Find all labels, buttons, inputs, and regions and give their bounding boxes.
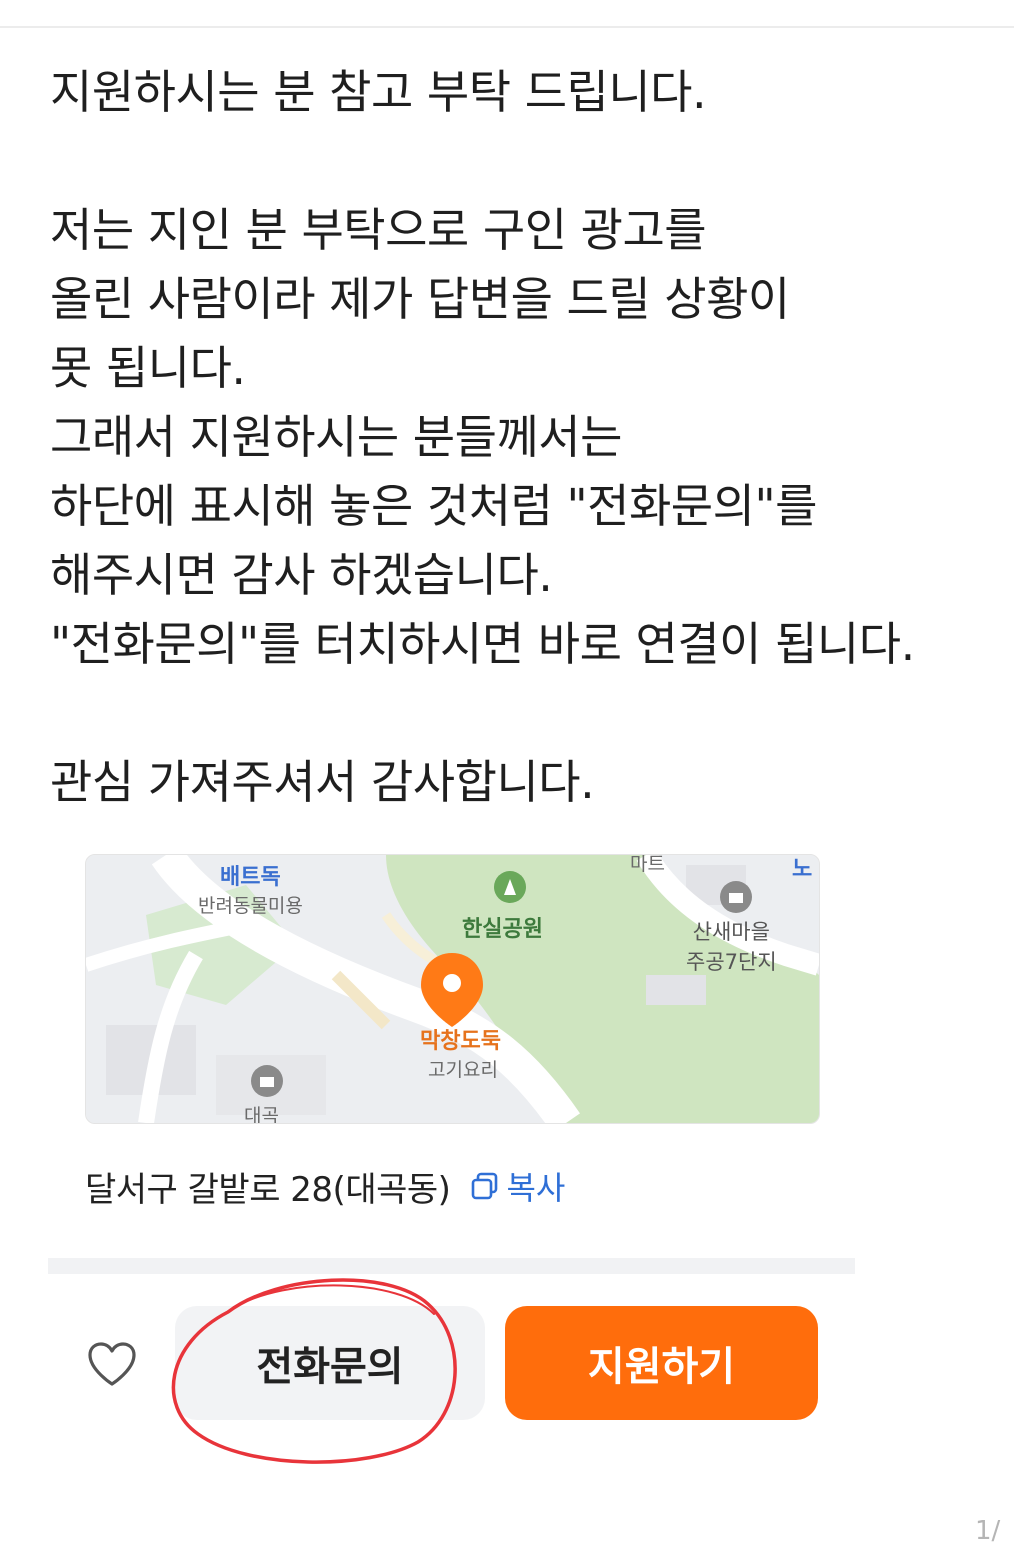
map-label-top-right: 노 [792,857,813,882]
message-line: "전화문의"를 터치하시면 바로 연결이 됩니다. [50,617,915,671]
copy-icon [472,1172,498,1200]
bottom-action-bar: 전화문의 지원하기 [48,1274,855,1474]
message-line: 하단에 표시해 놓은 것처럼 "전화문의"를 [50,479,817,533]
top-divider [0,26,1014,28]
map-label-daegok: 대곡 [244,1105,279,1124]
address-text: 달서구 갈밭로 28(대곡동) [85,1169,451,1210]
call-inquiry-button[interactable]: 전화문의 [175,1306,485,1420]
message-line-blank [50,127,1000,196]
map-label-park: 한실공원 [462,917,543,942]
message-line: 못 됩니다. [50,341,246,395]
message-line-blank [50,679,1000,748]
copy-address-button[interactable]: 복사 [470,1163,565,1209]
message-line: 그래서 지원하시는 분들께서는 [50,410,622,464]
map-label-apartment: 산새마을 주공7단지 [686,917,777,977]
address-row: 달서구 갈밭로 28(대곡동) 복사 [85,1161,565,1211]
message-line: 관심 가져주셔서 감사합니다. [50,755,595,809]
message-line: 저는 지인 분 부탁으로 구인 광고를 [50,203,707,257]
map-label-petshop: 배트독 [220,865,281,890]
copy-label: 복사 [506,1169,566,1207]
map-label-mart: 마트 [630,854,665,875]
job-location-card: 배트독 반려동물미용 한실공원 산새마을 주공7단지 막창도둑 고기요리 마트 … [48,816,855,1474]
message-body: 지원하시는 분 참고 부탁 드립니다. 저는 지인 분 부탁으로 구인 광고를 … [50,58,1000,817]
section-separator [48,1258,855,1274]
map-label-restaurant-sub: 고기요리 [428,1059,498,1081]
message-line: 해주시면 감사 하겠습니다. [50,548,553,602]
map-label-apartment-line1: 산새마을 [692,920,770,944]
page-indicator: 1/ [975,1516,1001,1546]
location-map[interactable]: 배트독 반려동물미용 한실공원 산새마을 주공7단지 막창도둑 고기요리 마트 … [85,854,820,1124]
map-graphic [86,855,819,1123]
map-label-restaurant: 막창도둑 [420,1029,501,1054]
message-line: 지원하시는 분 참고 부탁 드립니다. [50,65,707,119]
map-label-petshop-sub: 반려동물미용 [198,895,303,917]
apply-button[interactable]: 지원하기 [505,1306,818,1420]
map-label-apartment-line2: 주공7단지 [686,950,777,974]
heart-icon[interactable] [86,1340,138,1388]
message-line: 올린 사람이라 제가 답변을 드릴 상황이 [50,272,790,326]
